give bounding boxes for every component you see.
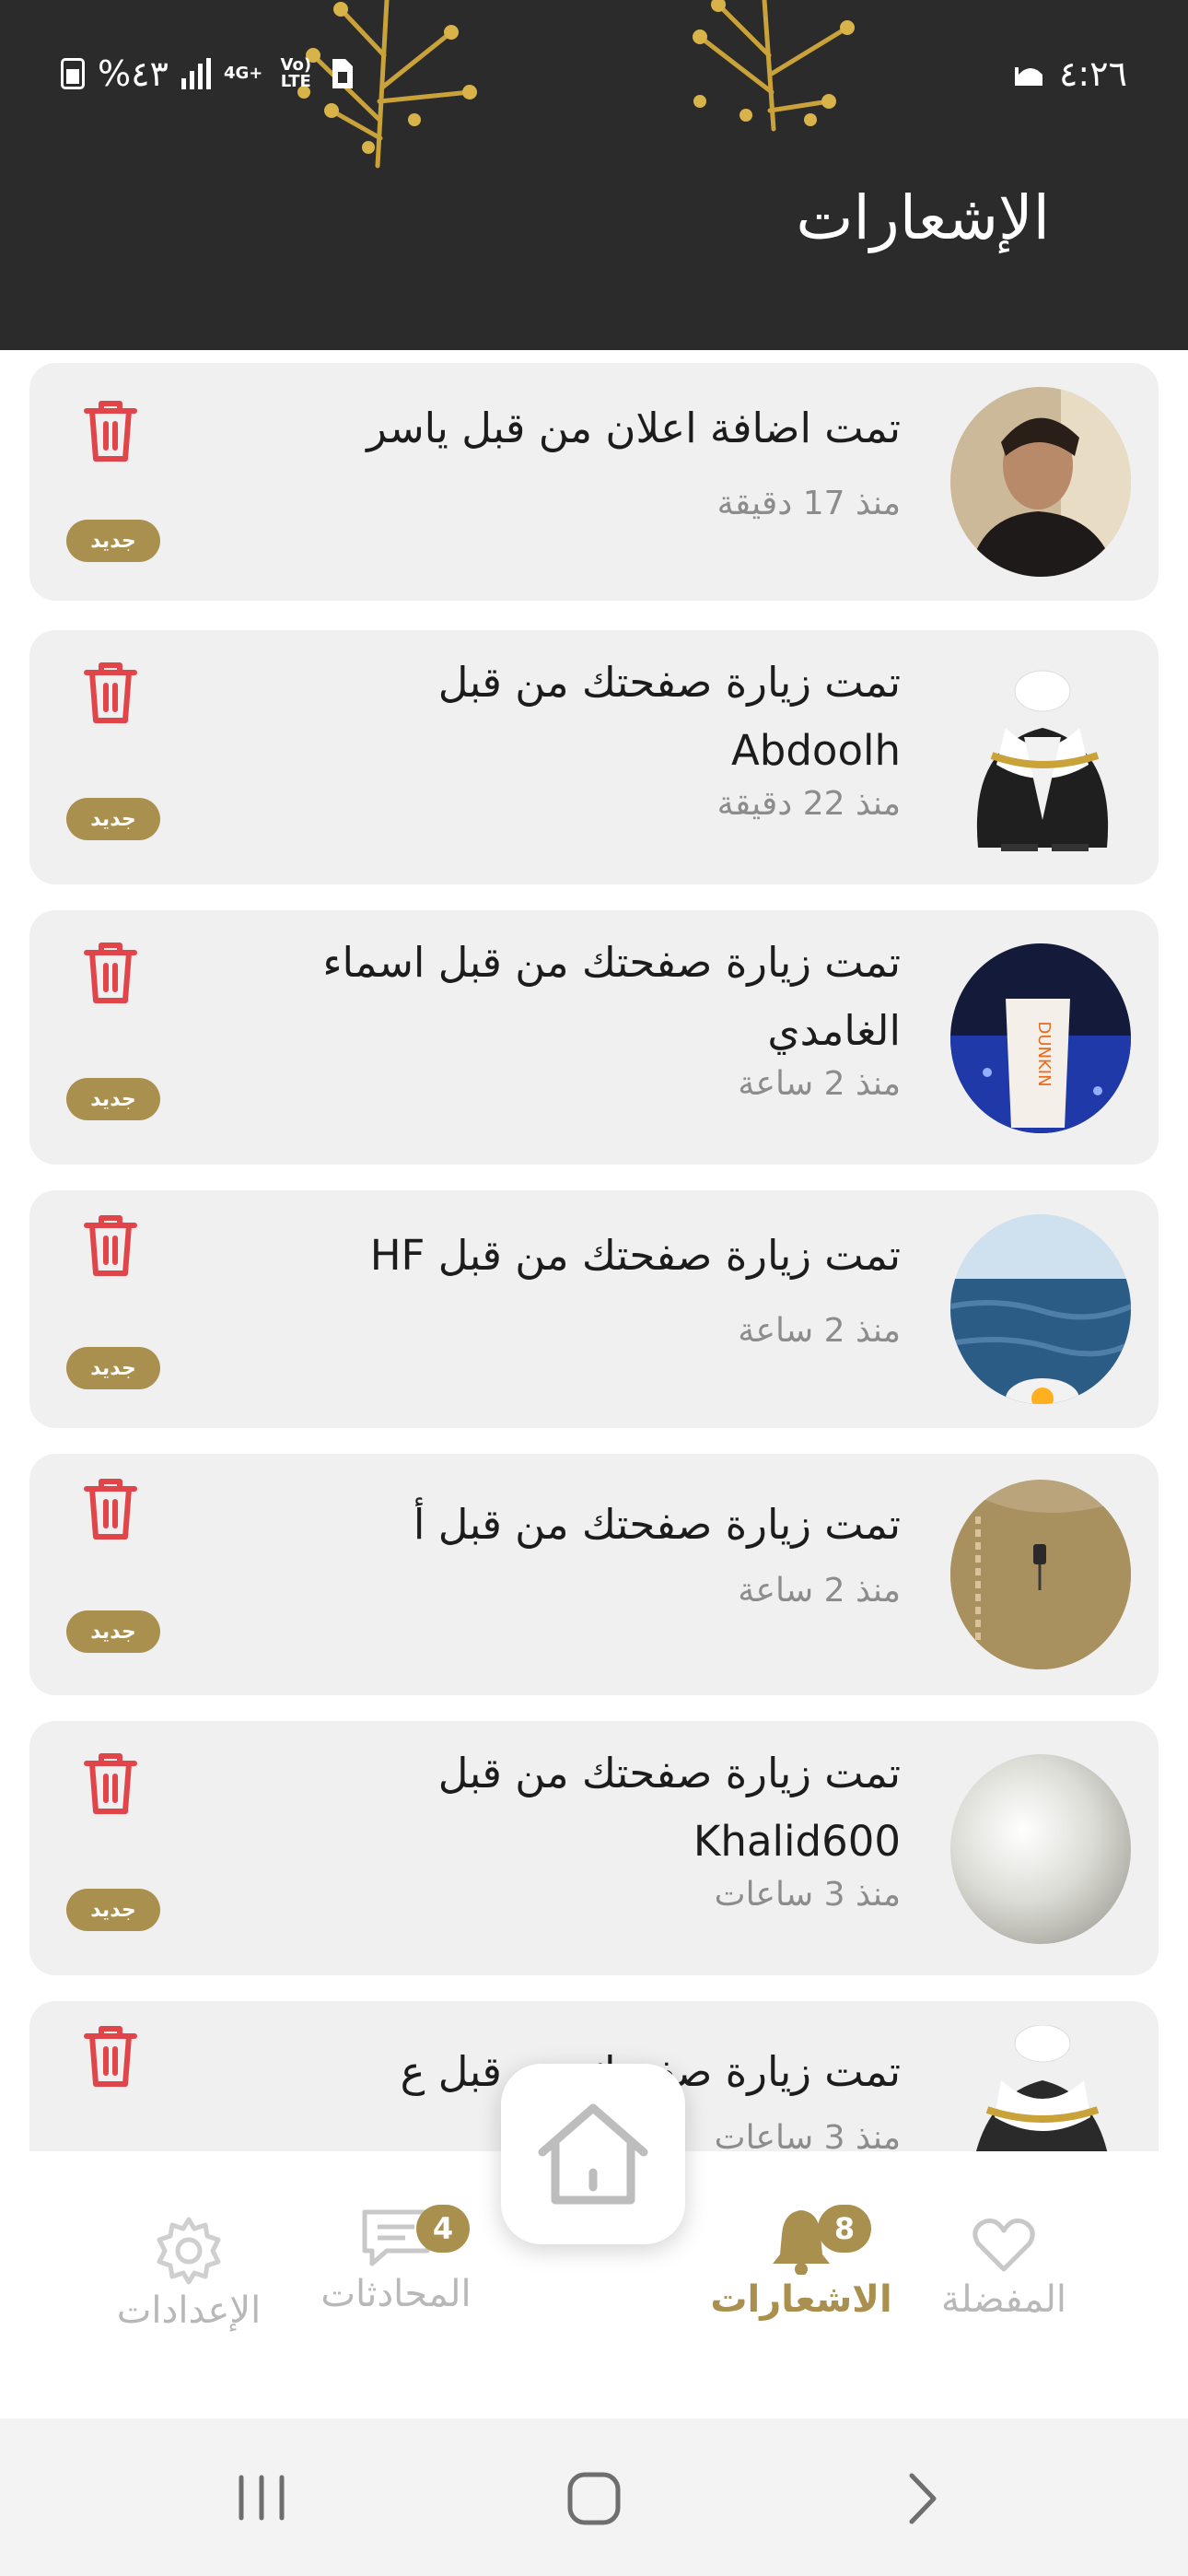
gear-icon: [157, 2217, 221, 2285]
trash-icon[interactable]: [81, 1751, 140, 1817]
notification-card[interactable]: تمت زيارة صفحتك من قبل Abdoolh منذ 22 دق…: [29, 630, 1159, 884]
notification-text: تمت زيارة صفحتك من قبل Abdoolh: [437, 658, 901, 775]
signal-icon: [181, 58, 211, 89]
notification-card[interactable]: تمت زيارة صفحتك من قبل Khalid600 منذ 3 س…: [29, 1721, 1159, 1975]
trash-icon[interactable]: [81, 940, 140, 1006]
battery-percent: %٤٣: [98, 53, 169, 94]
trash-icon[interactable]: [81, 2023, 140, 2090]
home-icon: [538, 2103, 648, 2205]
home-button[interactable]: [501, 2064, 685, 2244]
home-nav-icon[interactable]: [565, 2470, 623, 2527]
notifications-count-badge: 8: [818, 2205, 871, 2253]
back-icon[interactable]: [904, 2470, 941, 2527]
notification-text: تمت زيارة صفحتك من قبل أ: [413, 1500, 901, 1549]
trash-icon[interactable]: [81, 398, 140, 464]
tab-chats-label: المحادثات: [320, 2273, 472, 2315]
avatar[interactable]: [950, 1480, 1131, 1669]
tab-favorites[interactable]: المفضلة: [921, 2216, 1087, 2321]
notification-time: منذ 22 دقيقة: [716, 785, 901, 823]
tab-settings[interactable]: الإعدادات: [101, 2216, 276, 2332]
avatar[interactable]: [950, 1754, 1131, 1944]
volte-indicator: Vo) LTE: [280, 55, 312, 91]
tab-notifications-label: الاشعارات: [710, 2278, 892, 2321]
sim-icon: [332, 59, 354, 88]
status-clock-area: ٤:٢٦: [1014, 46, 1127, 101]
notification-time: منذ 17 دقيقة: [716, 485, 901, 522]
battery-icon: [61, 58, 85, 89]
tab-settings-label: الإعدادات: [116, 2289, 262, 2332]
heart-icon: [973, 2218, 1035, 2272]
trash-icon[interactable]: [81, 660, 140, 726]
new-badge: جديد: [66, 1610, 160, 1653]
notification-text: تمت زيارة صفحتك من قبل Khalid600: [437, 1749, 901, 1866]
status-indicators: %٤٣ 4G+ Vo) LTE: [61, 46, 355, 101]
notification-time: منذ 2 ساعة: [738, 1312, 901, 1350]
avatar[interactable]: [950, 2025, 1131, 2151]
trash-icon[interactable]: [81, 1212, 140, 1279]
tab-notifications[interactable]: الاشعارات 8: [709, 2205, 893, 2321]
avatar[interactable]: [950, 387, 1131, 577]
avatar[interactable]: DUNKIN: [950, 943, 1131, 1133]
app-header: %٤٣ 4G+ Vo) LTE ٤:٢٦ الإشعارات: [0, 0, 1188, 350]
new-badge: جديد: [66, 1078, 160, 1120]
new-badge: جديد: [66, 1889, 160, 1931]
avatar[interactable]: [950, 1214, 1131, 1404]
new-badge: جديد: [66, 798, 160, 840]
clock: ٤:٢٦: [1058, 53, 1127, 94]
notification-list[interactable]: تمت اضافة اعلان من قبل ياسر منذ 17 دقيقة…: [0, 350, 1188, 2151]
page-title: الإشعارات: [796, 182, 1050, 253]
notification-time: منذ 2 ساعة: [738, 1065, 901, 1103]
notification-text: تمت زيارة صفحتك من قبل HF: [369, 1231, 901, 1280]
notification-text: تمت زيارة صفحتك من قبل اسماء الغامدي: [322, 938, 901, 1055]
new-badge: جديد: [66, 1347, 160, 1389]
notification-time: منذ 2 ساعة: [738, 1572, 901, 1610]
gold-branch-decoration: [693, 0, 855, 132]
notification-time: منذ 3 ساعات: [714, 1876, 901, 1914]
recent-apps-icon[interactable]: [234, 2474, 289, 2522]
new-badge: جديد: [66, 520, 160, 562]
notification-card[interactable]: DUNKIN تمت زيارة صفحتك من قبل اسماء الغا…: [29, 910, 1159, 1165]
tab-chats[interactable]: المحادثات 4: [304, 2205, 488, 2315]
avatar[interactable]: [950, 663, 1131, 853]
notification-text: تمت اضافة اعلان من قبل ياسر: [367, 404, 901, 452]
network-type: 4G+: [223, 64, 263, 83]
notification-time: منذ 3 ساعات: [714, 2119, 901, 2151]
tab-favorites-label: المفضلة: [940, 2278, 1067, 2321]
trash-icon[interactable]: [81, 1476, 140, 1542]
mosque-icon: [1014, 67, 1042, 86]
svg-text:DUNKIN: DUNKIN: [1034, 1021, 1054, 1086]
notification-card[interactable]: تمت اضافة اعلان من قبل ياسر منذ 17 دقيقة…: [29, 363, 1159, 601]
chats-count-badge: 4: [416, 2205, 470, 2253]
notification-card[interactable]: تمت زيارة صفحتك من قبل أ منذ 2 ساعة جديد: [29, 1454, 1159, 1695]
system-navigation-bar: [0, 2418, 1188, 2576]
notification-card[interactable]: تمت زيارة صفحتك من قبل HF منذ 2 ساعة جدي…: [29, 1190, 1159, 1428]
